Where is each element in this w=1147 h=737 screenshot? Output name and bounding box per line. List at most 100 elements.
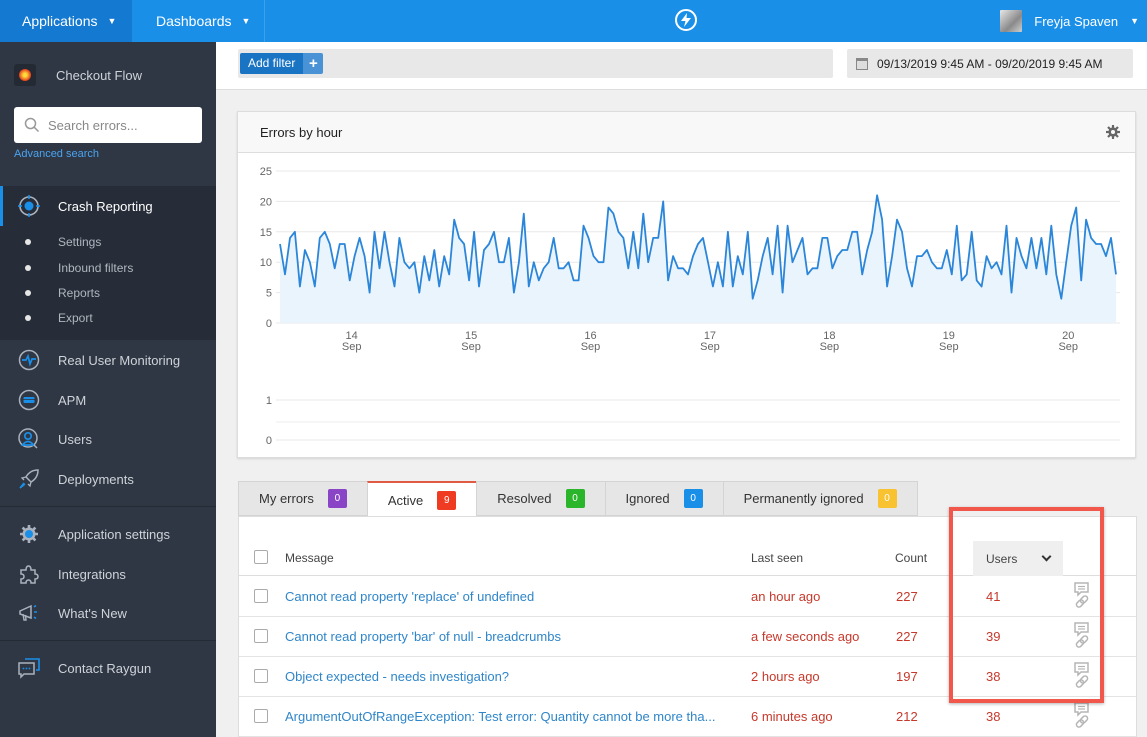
comment-link-icon[interactable] <box>1073 621 1091 653</box>
error-count: 212 <box>896 709 918 724</box>
users-count: 41 <box>986 589 1001 604</box>
users-count: 38 <box>986 669 1001 684</box>
sidebar-item-real-user-monitoring[interactable]: Real User Monitoring <box>18 349 208 371</box>
chart-settings-gear-icon[interactable] <box>1105 124 1121 140</box>
tab-ignored[interactable]: Ignored 0 <box>604 481 723 516</box>
crash-reporting-icon <box>18 195 40 217</box>
apm-icon <box>18 389 40 411</box>
users-count: 39 <box>986 629 1001 644</box>
sidebar-item-integrations[interactable]: Integrations <box>18 563 208 585</box>
error-status-tabs: My errors 0 Active 9 Resolved 0 Ignored 0 Perman… <box>238 481 918 517</box>
sidebar-subitem-inbound-filters[interactable]: Inbound filters <box>25 261 133 275</box>
table-row[interactable]: Cannot read property 'replace' of undefi… <box>239 577 1136 617</box>
comment-link-icon[interactable] <box>1073 661 1091 693</box>
last-seen: 6 minutes ago <box>751 709 833 724</box>
subitem-label: Export <box>58 311 93 325</box>
bullet-icon <box>25 290 31 296</box>
tab-my-errors[interactable]: My errors 0 <box>238 481 367 516</box>
filter-field[interactable]: Add filter + <box>238 49 833 78</box>
applications-menu[interactable]: Applications ▼ <box>0 0 132 42</box>
sidebar-item-deployments[interactable]: Deployments <box>18 468 208 490</box>
table-row[interactable]: ArgumentOutOfRangeException: Test error:… <box>239 697 1136 737</box>
row-checkbox[interactable] <box>254 589 268 603</box>
error-count: 227 <box>896 629 918 644</box>
row-checkbox[interactable] <box>254 669 268 683</box>
error-message-link[interactable]: ArgumentOutOfRangeException: Test error:… <box>285 709 715 724</box>
y-tick-label: 1 <box>266 395 272 407</box>
sidebar-subitem-export[interactable]: Export <box>25 311 93 325</box>
user-name: Freyja Spaven <box>1034 13 1119 29</box>
puzzle-icon <box>18 563 40 585</box>
bullet-icon <box>25 239 31 245</box>
users-icon <box>18 428 40 450</box>
last-seen: an hour ago <box>751 589 821 604</box>
error-message-link[interactable]: Cannot read property 'bar' of null - bre… <box>285 629 561 644</box>
sidebar-item-users[interactable]: Users <box>18 428 208 450</box>
y-tick-label: 5 <box>266 288 272 300</box>
search-errors-input[interactable] <box>48 117 188 133</box>
errors-table: Message Last seen Count Users Cannot rea… <box>238 516 1137 737</box>
divider <box>0 640 216 641</box>
x-tick-month: Sep <box>939 341 959 353</box>
y-tick-label: 0 <box>266 435 272 447</box>
sidebar-item-contact-raygun[interactable]: Contact Raygun <box>18 657 208 679</box>
y-tick-label: 25 <box>260 166 272 178</box>
x-tick-month: Sep <box>581 341 601 353</box>
add-filter-button[interactable]: Add filter + <box>240 53 324 74</box>
raygun-logo-icon[interactable] <box>675 9 697 31</box>
bullet-icon <box>25 265 31 271</box>
column-header-last-seen[interactable]: Last seen <box>751 551 803 565</box>
sidebar-subitem-reports[interactable]: Reports <box>25 286 100 300</box>
errors-chart: 051015202514Sep15Sep16Sep17Sep18Sep19Sep… <box>260 166 1120 447</box>
active-indicator <box>0 186 3 226</box>
sidebar-item-crash-reporting[interactable]: Crash Reporting <box>18 195 208 217</box>
advanced-search-link[interactable]: Advanced search <box>14 148 99 160</box>
column-header-count[interactable]: Count <box>895 551 927 565</box>
tab-resolved[interactable]: Resolved 0 <box>476 481 605 516</box>
subitem-label: Settings <box>58 235 102 249</box>
chevron-down-icon <box>1041 551 1052 562</box>
error-message-link[interactable]: Cannot read property 'replace' of undefi… <box>285 589 534 604</box>
sidebar-item-application-settings[interactable]: Application settings <box>18 523 208 545</box>
user-menu[interactable]: Freyja Spaven ▼ <box>1000 0 1147 42</box>
table-row[interactable]: Object expected - needs investigation? 2 … <box>239 657 1136 697</box>
applications-label: Applications <box>22 13 98 29</box>
sidebar-item-whats-new[interactable]: What's New <box>18 602 208 624</box>
error-message-link[interactable]: Object expected - needs investigation? <box>285 669 509 684</box>
date-range-picker[interactable]: 09/13/2019 9:45 AM - 09/20/2019 9:45 AM <box>847 49 1133 78</box>
divider <box>0 506 216 507</box>
app-icon <box>14 64 36 86</box>
y-tick-label: 0 <box>266 318 272 330</box>
sidebar-item-apm[interactable]: APM <box>18 389 208 411</box>
error-count: 197 <box>896 669 918 684</box>
bullet-icon <box>25 315 31 321</box>
users-header-label: Users <box>986 551 1018 566</box>
chat-icon <box>18 657 40 679</box>
row-checkbox[interactable] <box>254 709 268 723</box>
app-selector[interactable]: Checkout Flow <box>14 64 142 86</box>
users-count: 38 <box>986 709 1001 724</box>
last-seen: a few seconds ago <box>751 629 860 644</box>
subitem-label: Inbound filters <box>58 261 134 275</box>
tab-permanently-ignored[interactable]: Permanently ignored 0 <box>722 481 918 516</box>
sidebar-item-label: Deployments <box>58 471 134 487</box>
column-header-users[interactable]: Users <box>973 541 1063 576</box>
table-row[interactable]: Cannot read property 'bar' of null - bre… <box>239 617 1136 657</box>
sidebar-item-label: Crash Reporting <box>58 198 153 214</box>
x-tick-month: Sep <box>1058 341 1078 353</box>
count-badge: 0 <box>683 489 703 508</box>
dashboards-label: Dashboards <box>156 13 232 29</box>
select-all-checkbox[interactable] <box>254 550 268 564</box>
column-header-message[interactable]: Message <box>285 551 334 565</box>
divider <box>264 0 265 42</box>
tab-active[interactable]: Active 9 <box>366 481 477 517</box>
x-tick-month: Sep <box>700 341 720 353</box>
sidebar-subitem-settings[interactable]: Settings <box>25 235 101 249</box>
comment-link-icon[interactable] <box>1073 701 1091 733</box>
row-checkbox[interactable] <box>254 629 268 643</box>
sidebar-item-label: Users <box>58 431 92 447</box>
comment-link-icon[interactable] <box>1073 581 1091 613</box>
dashboards-menu[interactable]: Dashboards ▼ <box>134 0 264 42</box>
chart-title: Errors by hour <box>260 124 343 140</box>
table-header: Message Last seen Count Users <box>239 541 1136 576</box>
